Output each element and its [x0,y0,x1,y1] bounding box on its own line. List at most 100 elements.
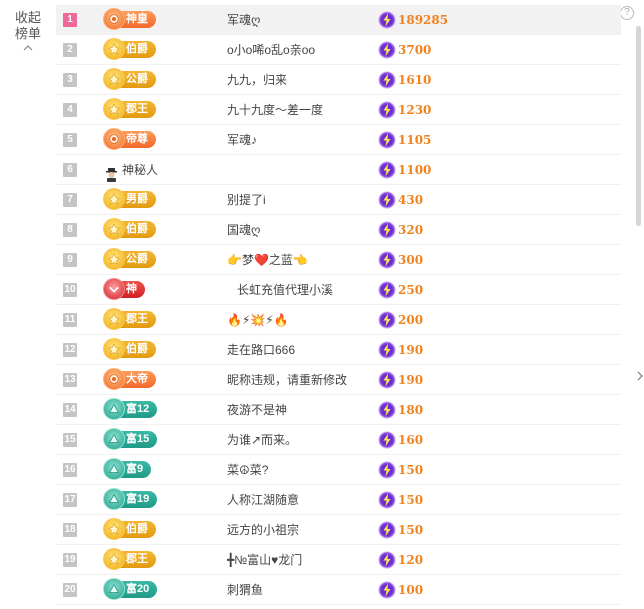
level-emblem-icon [103,308,125,330]
chevron-right-icon[interactable] [636,370,644,382]
level-badge-label: 伯爵 [126,223,148,235]
level-badge-label: 富15 [126,433,150,445]
contribution-value: 189285 [398,13,449,27]
ranking-row[interactable]: 12 伯爵 走在路口666 190 [56,335,621,365]
user-nickname[interactable]: 神秘人 [104,155,158,185]
ranking-row[interactable]: 3 公爵 九九，归来 1610 [56,65,621,95]
lightning-coin-icon [378,131,396,149]
lightning-coin-icon [378,311,396,329]
ranking-row[interactable]: 14 富12 夜游不是神 180 [56,395,621,425]
user-nickname[interactable]: 军魂♪ [227,125,257,155]
ranking-row[interactable]: 13 大帝 昵称违规，请重新修改 190 [56,365,621,395]
user-nickname[interactable]: 九十九度～差一度 [227,95,323,125]
user-nickname[interactable]: 别提了i [227,185,266,215]
lightning-coin-icon [378,401,396,419]
level-badge: 伯爵 [103,38,156,60]
collapse-ranking-button[interactable]: 收起 榜单 [0,10,56,52]
level-badge-label: 帝尊 [126,133,148,145]
user-nickname[interactable]: 为谁↗而来。 [227,425,297,455]
level-badge: 郡王 [103,98,156,120]
rank-number: 17 [63,492,77,507]
level-badge: 伯爵 [103,218,156,240]
chevron-up-icon [23,45,33,51]
lightning-coin-icon [378,281,396,299]
user-nickname[interactable]: 🔥⚡💥⚡🔥 [227,305,289,335]
rank-number: 4 [63,102,77,117]
contribution-value: 320 [398,223,424,237]
ranking-row[interactable]: 20 富20 刺猬鱼 100 [56,575,621,605]
ranking-row[interactable]: 17 富19 人称江湖随意 150 [56,485,621,515]
lightning-coin-icon [378,191,396,209]
user-nickname[interactable]: o小o唏o乱o亲oo [227,35,315,65]
rank-number: 13 [63,372,77,387]
user-nickname[interactable]: 刺猬鱼 [227,575,263,605]
rank-number: 16 [63,462,77,477]
ranking-row[interactable]: 4 郡王 九十九度～差一度 1230 [56,95,621,125]
user-nickname-text: 为谁↗而来。 [227,433,298,447]
mystery-person-icon [104,163,119,182]
scrollbar[interactable] [635,26,642,426]
level-badge-label: 大帝 [126,373,148,385]
lightning-coin-icon [378,431,396,449]
lightning-coin-icon [378,461,396,479]
contribution-value: 190 [398,373,424,387]
ranking-row[interactable]: 8 伯爵 国魂ღ 320 [56,215,621,245]
level-badge: 帝尊 [103,128,156,150]
level-badge-label: 伯爵 [126,43,148,55]
rank-number: 11 [63,312,77,327]
user-nickname[interactable]: 九九，归来 [227,65,287,95]
level-emblem-icon [103,578,125,600]
ranking-row[interactable]: 6 神秘人 1100 [56,155,621,185]
lightning-coin-icon [378,251,396,269]
ranking-row[interactable]: 7 男爵 别提了i 430 [56,185,621,215]
rank-number: 8 [63,222,77,237]
user-nickname-text: 昵称违规，请重新修改 [227,373,348,387]
rank-number: 18 [63,522,77,537]
ranking-row[interactable]: 9 公爵 👉梦❤️之蓝👈 300 [56,245,621,275]
user-nickname[interactable]: ╋№富山♥龙门 [227,545,302,575]
level-emblem-icon [103,488,125,510]
lightning-coin-icon [378,521,396,539]
ranking-row[interactable]: 10 神 长虹充值代理小溪 250 [56,275,621,305]
level-badge-label: 神皇 [126,13,148,25]
contribution-value: 150 [398,523,424,537]
rank-number: 19 [63,552,77,567]
ranking-list: 1 神皇 军魂ღ 189285 2 伯爵 o小o唏o乱o亲oo 3700 3 公爵 九九，归来 161… [56,5,621,605]
user-nickname-text: 长虹充值代理小溪 [237,283,334,297]
user-nickname[interactable]: 人称江湖随意 [227,485,299,515]
user-nickname-text: 远方的小祖宗 [227,523,300,537]
level-emblem-icon [103,368,125,390]
ranking-row[interactable]: 2 伯爵 o小o唏o乱o亲oo 3700 [56,35,621,65]
level-emblem-icon [103,458,125,480]
level-badge: 公爵 [103,68,156,90]
ranking-row[interactable]: 18 伯爵 远方的小祖宗 150 [56,515,621,545]
contribution-value: 180 [398,403,424,417]
user-nickname[interactable]: 国魂ღ [227,215,260,245]
level-badge: 富9 [103,458,152,480]
level-badge-label: 公爵 [126,253,148,265]
scrollbar-thumb[interactable] [636,26,641,226]
ranking-row[interactable]: 19 郡王 ╋№富山♥龙门 120 [56,545,621,575]
contribution-value: 250 [398,283,424,297]
user-nickname[interactable]: 走在路口666 [227,335,295,365]
user-nickname[interactable]: 长虹充值代理小溪 [237,275,333,305]
user-nickname[interactable]: 远方的小祖宗 [227,515,299,545]
ranking-row[interactable]: 11 郡王 🔥⚡💥⚡🔥 200 [56,305,621,335]
ranking-row[interactable]: 5 帝尊 军魂♪ 1105 [56,125,621,155]
user-nickname[interactable]: 军魂ღ [227,5,260,35]
user-nickname-text: 军魂ღ [227,13,261,27]
user-nickname[interactable]: 👉梦❤️之蓝👈 [227,245,308,275]
user-nickname[interactable]: 昵称违规，请重新修改 [227,365,347,395]
rank-number: 6 [63,162,77,177]
ranking-row[interactable]: 15 富15 为谁↗而来。 160 [56,425,621,455]
user-nickname[interactable]: 夜游不是神 [227,395,287,425]
contribution-value: 160 [398,433,424,447]
user-nickname-text: ╋№富山♥龙门 [227,553,303,567]
level-emblem-icon [103,278,125,300]
contribution-value: 100 [398,583,424,597]
ranking-row[interactable]: 1 神皇 军魂ღ 189285 [56,5,621,35]
ranking-row[interactable]: 16 富9 菜☮菜? 150 [56,455,621,485]
help-icon[interactable]: ? [620,6,634,20]
user-nickname[interactable]: 菜☮菜? [227,455,268,485]
user-nickname-text: 九九，归来 [227,73,288,87]
